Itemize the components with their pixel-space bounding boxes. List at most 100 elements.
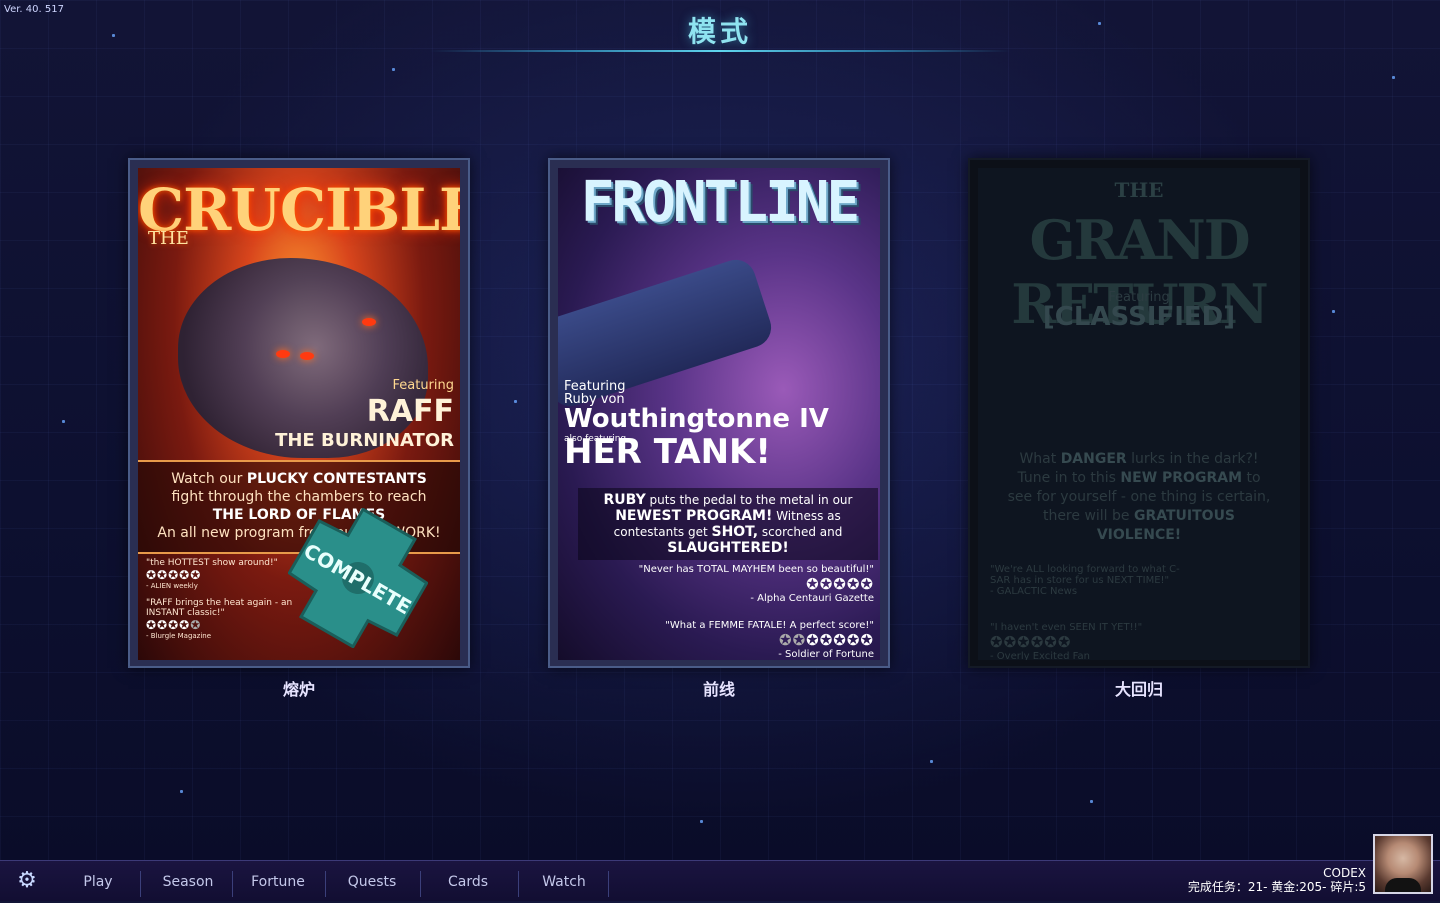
avatar[interactable] xyxy=(1373,834,1433,894)
blurb-highlight: SLAUGHTERED! xyxy=(667,540,789,556)
mode-card-grand-return[interactable]: THE GRAND RETURN Featuring [CLASSIFIED] … xyxy=(968,158,1310,699)
star-dot xyxy=(930,760,933,763)
star-dot xyxy=(514,400,517,403)
blurb-text: see for yourself - one thing is certain, xyxy=(1007,489,1271,505)
frontline-logo: FRONTLINE xyxy=(580,170,860,235)
complete-stamp-icon: COMPLETE xyxy=(287,507,429,649)
frontline-name: Wouthingtonne IV xyxy=(564,404,829,434)
star-dot xyxy=(392,68,395,71)
player-stats: 完成任务：21- 黄金:205- 碎片:5 xyxy=(1187,880,1366,894)
crucible-poster[interactable]: CRUCIBLE THE Featuring RAFF THE BURNINAT… xyxy=(138,168,460,660)
title-underline xyxy=(430,50,1010,52)
gear-icon[interactable]: ⚙ xyxy=(14,869,40,893)
grand-return-name: [CLASSIFIED] xyxy=(1042,302,1236,332)
review-source: - ALIEN weekly xyxy=(146,582,198,590)
frontline-featuring: Featuring Ruby von xyxy=(564,380,626,406)
nav-separator xyxy=(518,871,519,897)
grand-return-poster[interactable]: THE GRAND RETURN Featuring [CLASSIFIED] … xyxy=(978,168,1300,660)
star-dot xyxy=(1392,76,1395,79)
nav-quests[interactable]: Quests xyxy=(330,861,414,901)
monster-eye xyxy=(276,350,290,358)
blurb-text: Tune in to this xyxy=(1017,470,1121,486)
crucible-reviews: "the HOTTEST show around!" ✪✪✪✪✪ - ALIEN… xyxy=(146,558,296,640)
review-rating: ✪✪✪✪✪ xyxy=(146,568,202,582)
grand-return-review-1: "We're ALL looking forward to what C-SAR… xyxy=(990,564,1190,597)
blurb-highlight: RUBY xyxy=(603,492,646,508)
blurb-text: there will be xyxy=(1042,508,1134,524)
header: 模式 xyxy=(0,0,1440,52)
review-text: "RAFF brings the heat again - an INSTANT… xyxy=(146,598,293,618)
star-dot xyxy=(1332,310,1335,313)
star-dot xyxy=(62,420,65,423)
review-text: "Never has TOTAL MAYHEM been so beautifu… xyxy=(638,564,874,575)
review-rating: ✪✪✪✪✪✪ xyxy=(990,633,1072,651)
star-dot xyxy=(1090,800,1093,803)
grand-return-review-2: "I haven't even SEEN IT YET!!" ✪✪✪✪✪✪ - … xyxy=(990,622,1142,660)
nav-separator xyxy=(608,871,609,897)
mode-card-frontline[interactable]: FRONTLINE Featuring Ruby von Wouthington… xyxy=(548,158,890,699)
review-text: "the HOTTEST show around!" xyxy=(146,558,278,568)
crucible-subtitle: THE BURNINATOR xyxy=(275,430,454,451)
review-source: - Alpha Centauri Gazette xyxy=(750,593,874,604)
nav-fortune[interactable]: Fortune xyxy=(236,861,320,901)
nav-cards[interactable]: Cards xyxy=(426,861,510,901)
blurb-text: to xyxy=(1242,470,1261,486)
crucible-logo-prefix: THE xyxy=(148,228,189,249)
nav-separator xyxy=(140,871,141,897)
monster-eye xyxy=(362,318,376,326)
blurb-text: Watch our xyxy=(171,471,247,487)
nav-separator xyxy=(232,871,233,897)
complete-stamp: COMPLETE xyxy=(287,507,429,649)
frontline-review-1: "Never has TOTAL MAYHEM been so beautifu… xyxy=(639,564,874,604)
mode-caption[interactable]: 熔炉 xyxy=(128,676,470,700)
review-source: - GALACTIC News xyxy=(990,586,1078,597)
blurb-text: puts the pedal to the metal in our xyxy=(645,493,853,507)
mode-caption[interactable]: 前线 xyxy=(548,676,890,700)
crucible-name: RAFF xyxy=(366,394,454,429)
nav-season[interactable]: Season xyxy=(146,861,230,901)
nav-separator xyxy=(325,871,326,897)
grand-return-logo-prefix: THE xyxy=(1114,178,1164,202)
mode-card-crucible[interactable]: CRUCIBLE THE Featuring RAFF THE BURNINAT… xyxy=(128,158,470,699)
blurb-highlight: DANGER xyxy=(1060,451,1127,467)
blurb-highlight: VIOLENCE! xyxy=(1096,527,1182,543)
frontline-blurb: RUBY puts the pedal to the metal in our … xyxy=(578,488,878,560)
player-info: CODEX 完成任务：21- 黄金:205- 碎片:5 xyxy=(1188,866,1366,894)
star-dot xyxy=(180,790,183,793)
review-rating: ✪✪✪✪✪ xyxy=(806,631,874,649)
blurb-highlight: SHOT, xyxy=(711,524,759,540)
nav-play[interactable]: Play xyxy=(56,861,140,901)
blurb-text: contestants get xyxy=(613,525,712,539)
review-text: "I haven't even SEEN IT YET!!" xyxy=(990,622,1143,633)
review-rating-dim: ✪ xyxy=(190,618,202,632)
blurb-text: What xyxy=(1019,451,1061,467)
review-source: - Blurgle Magazine xyxy=(146,632,212,640)
bottom-nav-bar: ⚙ Play Season Fortune Quests Cards Watch… xyxy=(0,860,1440,901)
blurb-text: lurks in the dark?! xyxy=(1126,451,1259,467)
nav-separator xyxy=(420,871,421,897)
nav-watch[interactable]: Watch xyxy=(522,861,606,901)
blurb-text: Witness as xyxy=(772,509,841,523)
review-source: - Soldier of Fortune xyxy=(778,649,874,660)
review-text: "We're ALL looking forward to what C-SAR… xyxy=(990,564,1180,586)
frontline-poster[interactable]: FRONTLINE Featuring Ruby von Wouthington… xyxy=(558,168,880,660)
blurb-highlight: GRATUITOUS xyxy=(1133,508,1236,524)
blurb-text: fight through the chambers to reach xyxy=(171,489,427,505)
star-dot xyxy=(700,820,703,823)
blurb-highlight: NEWEST PROGRAM! xyxy=(615,508,773,524)
frontline-tank: HER TANK! xyxy=(564,432,771,472)
avatar-shirt xyxy=(1385,878,1421,892)
page-title: 模式 xyxy=(687,15,752,48)
review-source: - Overly Excited Fan xyxy=(990,651,1090,660)
player-name: CODEX xyxy=(1323,866,1366,880)
review-rating: ✪✪✪✪ xyxy=(146,618,191,632)
monster-eye xyxy=(300,352,314,360)
mode-caption[interactable]: 大回归 xyxy=(968,676,1310,700)
blurb-highlight: NEW PROGRAM xyxy=(1120,470,1242,486)
review-rating-dim: ✪✪ xyxy=(779,631,807,649)
review-text: "What a FEMME FATALE! A perfect score!" xyxy=(665,620,874,631)
blurb-text: scorched and xyxy=(758,525,843,539)
review-rating: ✪✪✪✪✪ xyxy=(806,575,874,593)
crucible-featuring: Featuring xyxy=(392,378,454,393)
frontline-review-2: "What a FEMME FATALE! A perfect score!" … xyxy=(665,620,874,660)
